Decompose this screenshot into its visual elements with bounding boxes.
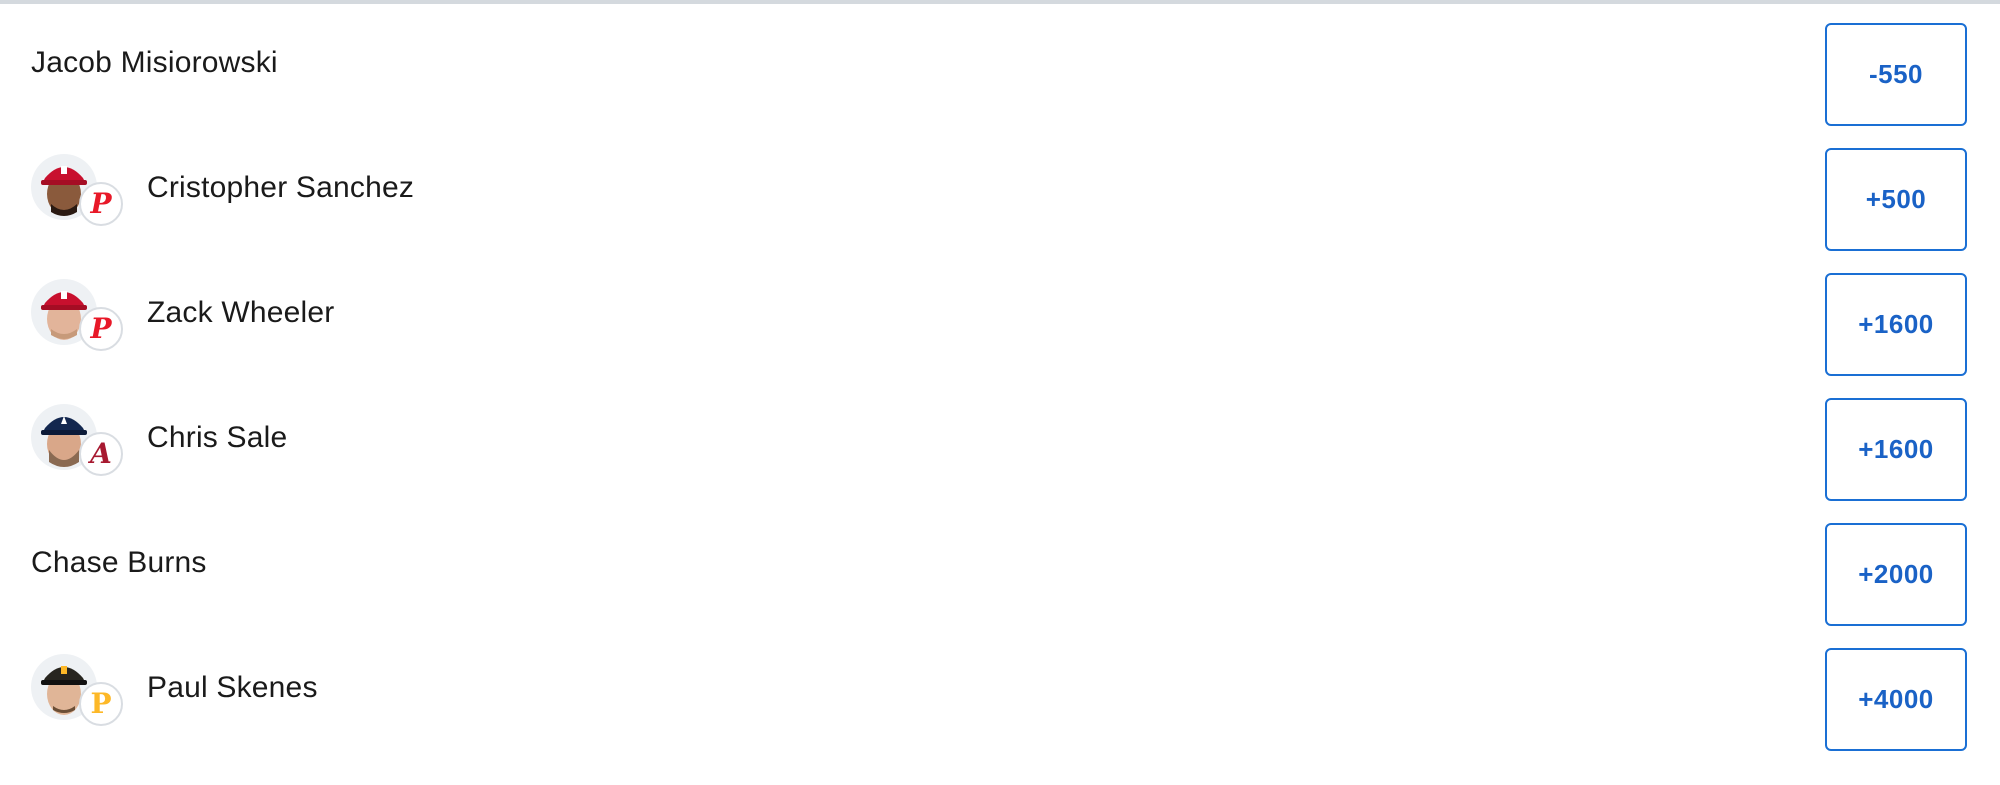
pirates-logo-icon: P xyxy=(79,681,123,726)
list-item: P Zack Wheeler +1600 xyxy=(0,250,2000,376)
player-info: Jacob Misiorowski xyxy=(31,0,278,125)
avatar-group: A xyxy=(31,398,147,478)
player-info: P Paul Skenes xyxy=(31,625,318,750)
list-item: Chase Burns +2000 xyxy=(0,500,2000,626)
player-name: Jacob Misiorowski xyxy=(31,45,278,79)
player-info: P Zack Wheeler xyxy=(31,250,334,375)
avatar-group: P xyxy=(31,648,147,728)
list-item: P Cristopher Sanchez +500 xyxy=(0,125,2000,251)
odds-button[interactable]: -550 xyxy=(1825,23,1967,126)
list-item: P Paul Skenes +4000 xyxy=(0,625,2000,751)
odds-button[interactable]: +1600 xyxy=(1825,273,1967,376)
player-name: Chris Sale xyxy=(147,420,288,454)
player-name: Paul Skenes xyxy=(147,670,318,704)
player-name: Cristopher Sanchez xyxy=(147,170,415,204)
phillies-logo-icon: P xyxy=(79,306,123,351)
avatar-group: P xyxy=(31,148,147,228)
list-item: A Chris Sale +1600 xyxy=(0,375,2000,501)
avatar-group: P xyxy=(31,273,147,353)
braves-logo-icon: A xyxy=(79,431,123,476)
list-item: Jacob Misiorowski -550 xyxy=(0,0,2000,126)
odds-button[interactable]: +4000 xyxy=(1825,648,1967,751)
player-info: P Cristopher Sanchez xyxy=(31,125,414,250)
odds-button[interactable]: +2000 xyxy=(1825,523,1967,626)
player-name: Chase Burns xyxy=(31,545,207,579)
odds-button[interactable]: +500 xyxy=(1825,148,1967,251)
player-info: A Chris Sale xyxy=(31,375,287,500)
player-name: Zack Wheeler xyxy=(147,295,335,329)
phillies-logo-icon: P xyxy=(79,181,123,226)
odds-button[interactable]: +1600 xyxy=(1825,398,1967,501)
player-info: Chase Burns xyxy=(31,500,207,625)
